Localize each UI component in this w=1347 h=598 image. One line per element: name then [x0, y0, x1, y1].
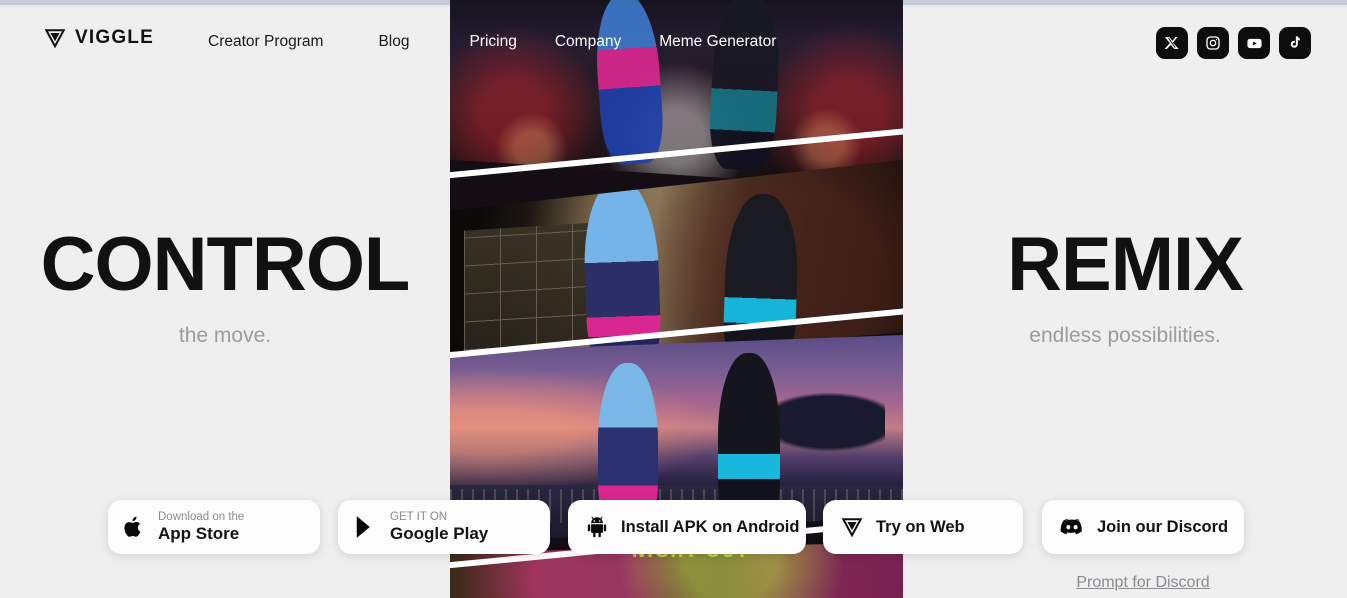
hero-right: REMIX endless possibilities. [903, 222, 1347, 348]
nav-item-pricing[interactable]: Pricing [469, 33, 516, 51]
app-store-labels: Download on the App Store [158, 511, 244, 543]
nav-item-meme-generator[interactable]: Meme Generator [659, 33, 776, 51]
join-discord-button[interactable]: Join our Discord [1042, 500, 1244, 554]
prompt-for-discord-link[interactable]: Prompt for Discord [1042, 574, 1244, 592]
google-play-icon [354, 515, 376, 539]
install-apk-label: Install APK on Android [621, 517, 800, 536]
logo[interactable]: VIGGLE [44, 27, 154, 49]
install-apk-button[interactable]: Install APK on Android [568, 500, 806, 554]
nav-item-company[interactable]: Company [555, 33, 621, 51]
page-root: NIGHT OUT VIGGLE Creator Program Blog Pr… [0, 0, 1347, 598]
x-twitter-icon[interactable] [1156, 27, 1188, 59]
discord-icon [1060, 518, 1084, 537]
hero-right-subtitle: endless possibilities. [1029, 324, 1221, 348]
try-on-web-button[interactable]: Try on Web [823, 500, 1023, 554]
google-play-small-label: GET IT ON [390, 511, 448, 524]
app-store-button[interactable]: Download on the App Store [108, 500, 320, 554]
app-store-small-label: Download on the [158, 511, 245, 524]
android-icon [586, 516, 608, 538]
google-play-labels: GET IT ON Google Play [390, 511, 488, 543]
google-play-big-label: Google Play [390, 523, 489, 543]
youtube-icon[interactable] [1238, 27, 1270, 59]
social-links [1156, 27, 1311, 59]
instagram-icon[interactable] [1197, 27, 1229, 59]
cta-button-row: Download on the App Store GET IT ON Goog… [0, 500, 1347, 556]
site-header: VIGGLE Creator Program Blog Pricing Comp… [0, 7, 1347, 65]
viggle-v-logo-icon [841, 516, 863, 538]
hero-left: CONTROL the move. [0, 222, 450, 348]
logo-text: VIGGLE [75, 27, 154, 48]
hero-left-subtitle: the move. [178, 324, 272, 348]
apple-icon [124, 515, 144, 539]
viggle-v-logo-icon [44, 27, 66, 49]
join-discord-label: Join our Discord [1097, 517, 1229, 536]
try-on-web-label: Try on Web [876, 517, 965, 536]
main-nav: Creator Program Blog Pricing Company Mem… [208, 33, 776, 51]
nav-item-blog[interactable]: Blog [378, 33, 409, 51]
hero-right-title: REMIX [1007, 222, 1244, 307]
tiktok-icon[interactable] [1279, 27, 1311, 59]
google-play-button[interactable]: GET IT ON Google Play [338, 500, 550, 554]
nav-item-creator-program[interactable]: Creator Program [208, 33, 323, 51]
hero-left-title: CONTROL [40, 222, 411, 307]
app-store-big-label: App Store [158, 523, 240, 543]
